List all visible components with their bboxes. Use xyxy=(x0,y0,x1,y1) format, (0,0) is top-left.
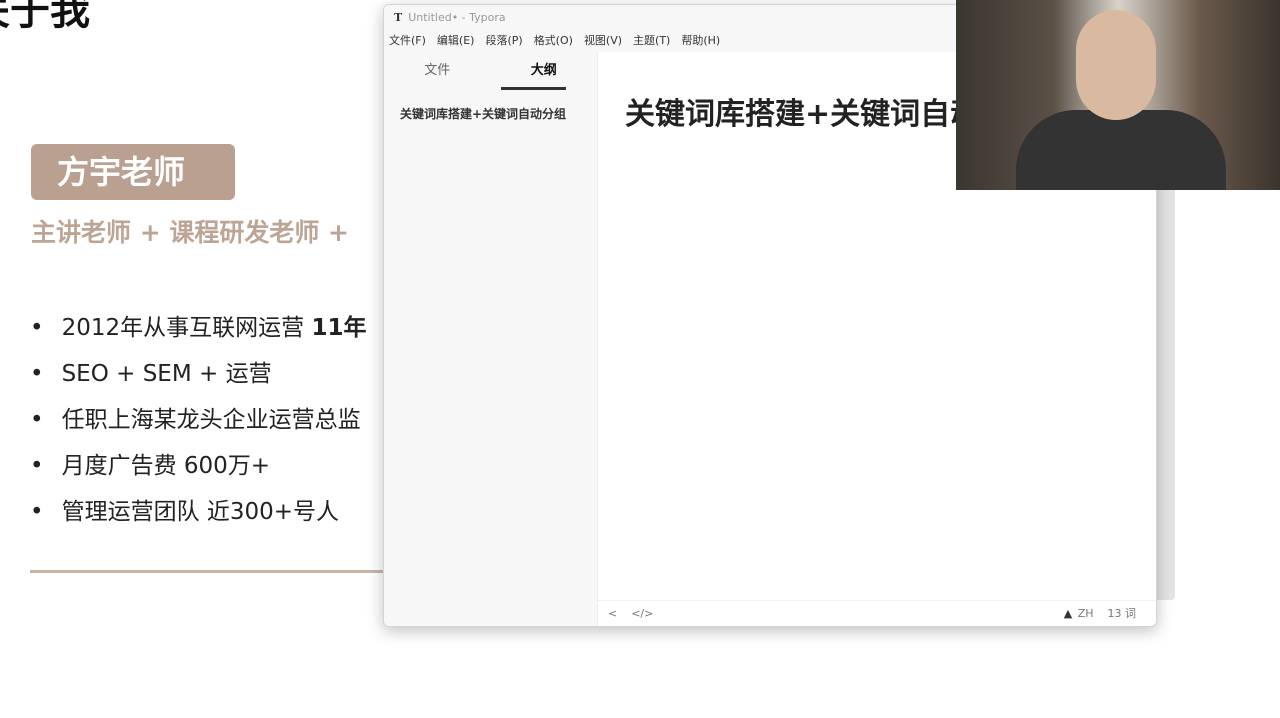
menu-paragraph[interactable]: 段落(P) xyxy=(485,30,522,52)
bullet-item: 月度广告费 600万+ xyxy=(30,448,366,494)
slide-title: 关于我 xyxy=(0,0,90,34)
bullet-text: 任职上海某龙头企业运营总监 xyxy=(61,407,361,433)
toggle-sidebar-button[interactable]: < xyxy=(608,607,617,620)
menu-edit[interactable]: 编辑(E) xyxy=(437,30,475,52)
bullet-item: 2012年从事互联网运营 11年 xyxy=(30,310,367,356)
word-count[interactable]: 13 词 xyxy=(1108,607,1137,620)
slide-subtitle: 主讲老师 + 课程研发老师 + xyxy=(31,218,350,247)
sidebar: 文件 大纲 关键词库搭建+关键词自动分组 xyxy=(384,52,598,626)
webcam-overlay xyxy=(956,0,1280,190)
status-bar: < </> ▲ ZH 13 词 xyxy=(598,600,1156,626)
menu-file[interactable]: 文件(F) xyxy=(389,30,426,52)
outline-item[interactable]: 关键词库搭建+关键词自动分组 xyxy=(384,92,597,122)
language-indicator[interactable]: ZH xyxy=(1078,607,1094,620)
bullet-list: 2012年从事互联网运营 11年 SEO + SEM + 运营 任职上海某龙头企… xyxy=(30,310,367,540)
bullet-text: 2012年从事互联网运营 xyxy=(61,315,312,341)
bullet-item: SEO + SEM + 运营 xyxy=(30,356,366,402)
name-badge: 方宇老师 xyxy=(31,144,235,200)
person-body xyxy=(1016,110,1226,190)
slide-divider xyxy=(30,570,390,573)
source-code-button[interactable]: </> xyxy=(631,607,653,620)
person-face xyxy=(1076,10,1156,120)
menu-format[interactable]: 格式(O) xyxy=(534,30,573,52)
tab-outline[interactable]: 大纲 xyxy=(491,52,598,92)
bullet-text: 月度广告费 600万+ xyxy=(61,453,271,479)
bullet-item: 管理运营团队 近300+号人 xyxy=(30,494,366,540)
tab-files[interactable]: 文件 xyxy=(384,52,491,92)
menu-theme[interactable]: 主题(T) xyxy=(633,30,670,52)
bullet-text: 管理运营团队 近300+号人 xyxy=(61,499,340,525)
bullet-text: SEO + SEM + 运营 xyxy=(61,361,272,387)
bullet-bold: 11年 xyxy=(311,315,367,341)
menu-view[interactable]: 视图(V) xyxy=(584,30,622,52)
bullet-item: 任职上海某龙头企业运营总监 xyxy=(30,402,366,448)
warning-icon[interactable]: ▲ xyxy=(1064,607,1072,620)
menu-help[interactable]: 帮助(H) xyxy=(681,30,720,52)
typora-app-icon: T xyxy=(394,11,403,24)
window-title: Untitled• - Typora xyxy=(408,11,506,24)
